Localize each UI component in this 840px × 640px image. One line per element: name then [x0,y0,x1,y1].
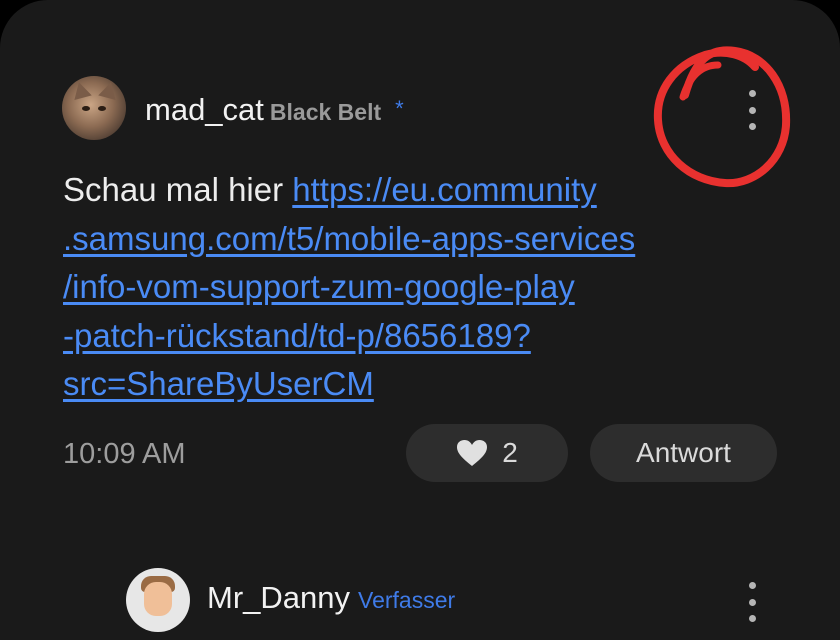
comment-card: mad_cat Black Belt * Schau mal hier https:… [0,0,840,640]
more-dot [748,582,756,589]
message-line-4: -patch-rückstand/td-p/8656189? [63,312,763,361]
author-name[interactable]: mad_cat [145,92,264,127]
post-link[interactable]: src=ShareByUserCM [63,365,374,402]
heart-icon [457,440,488,466]
message-line-3: /info-vom-support-zum-google-play [63,263,763,312]
more-dot [748,615,756,622]
message-line-1: Schau mal hier https://eu.community [63,166,763,215]
post-message: Schau mal hier https://eu.community .sam… [63,166,763,409]
reply-author-role: Verfasser [358,587,456,613]
more-options-icon[interactable] [740,90,764,130]
post-link[interactable]: https://eu.community [292,171,596,208]
post-link[interactable]: -patch-rückstand/td-p/8656189? [63,317,531,354]
message-text: Schau mal hier [63,171,284,208]
post-author: mad_cat Black Belt * [145,92,404,131]
reply-button[interactable]: Antwort [590,424,777,482]
avatar-ear-right [98,79,120,101]
avatar-eye-left [82,106,90,111]
reply-avatar[interactable] [126,568,190,632]
more-dot [748,90,756,97]
avatar-ear-left [70,79,92,101]
post-link[interactable]: /info-vom-support-zum-google-play [63,268,575,305]
author-rank: Black Belt [269,99,382,125]
reply-label: Antwort [636,437,731,468]
reply-author-name[interactable]: Mr_Danny [207,580,350,615]
like-button[interactable]: 2 [406,424,568,482]
post-timestamp: 10:09 AM [63,438,186,470]
reply-author: Mr_Danny Verfasser [207,580,455,616]
avatar-face [144,582,172,616]
like-count: 2 [502,437,518,468]
more-dot [748,106,756,114]
user-avatar[interactable] [62,76,126,140]
more-dot [748,123,756,130]
post-link[interactable]: .samsung.com/t5/mobile-apps-services [63,220,635,257]
message-line-5: src=ShareByUserCM [63,360,763,409]
reply-more-options-icon[interactable] [740,582,764,622]
more-dot [748,598,756,606]
rank-star-icon: * [395,96,404,121]
avatar-eye-right [98,106,106,111]
message-line-2: .samsung.com/t5/mobile-apps-services [63,215,763,264]
